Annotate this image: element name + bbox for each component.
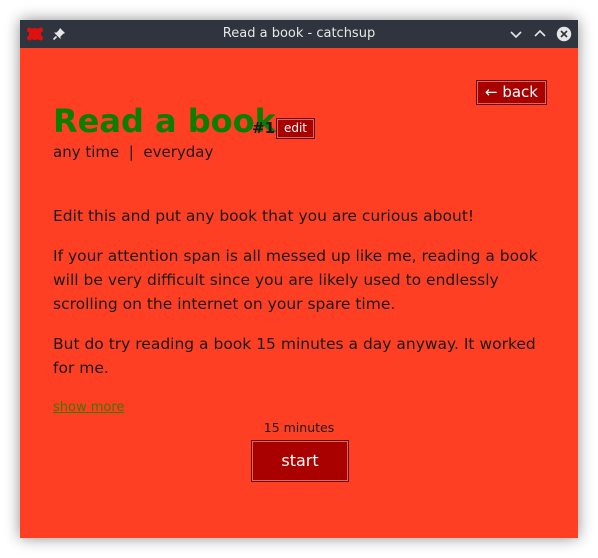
back-button[interactable]: ← back bbox=[476, 80, 547, 105]
title-bar[interactable]: Read a book - catchsup bbox=[20, 20, 578, 48]
show-more-link[interactable]: show more bbox=[53, 400, 124, 415]
description-paragraph: But do try reading a book 15 minutes a d… bbox=[53, 335, 536, 377]
close-icon[interactable] bbox=[556, 26, 572, 42]
chevron-up-icon[interactable] bbox=[532, 26, 548, 42]
schedule-info: any time | everyday bbox=[53, 143, 214, 161]
task-title: Read a book bbox=[53, 102, 276, 140]
edit-button[interactable]: edit bbox=[276, 118, 315, 139]
task-number: #1 bbox=[252, 119, 276, 137]
description-paragraph: Edit this and put any book that you are … bbox=[53, 207, 475, 225]
window-title: Read a book - catchsup bbox=[222, 26, 376, 41]
chevron-down-icon[interactable] bbox=[508, 26, 524, 42]
description-paragraph: If your attention span is all messed up … bbox=[53, 247, 538, 313]
start-button[interactable]: start bbox=[251, 440, 349, 482]
app-window: Read a book - catchsup ← back Read a boo… bbox=[20, 20, 578, 538]
task-description: Edit this and put any book that you are … bbox=[53, 204, 553, 396]
duration-label: 15 minutes bbox=[263, 420, 335, 435]
